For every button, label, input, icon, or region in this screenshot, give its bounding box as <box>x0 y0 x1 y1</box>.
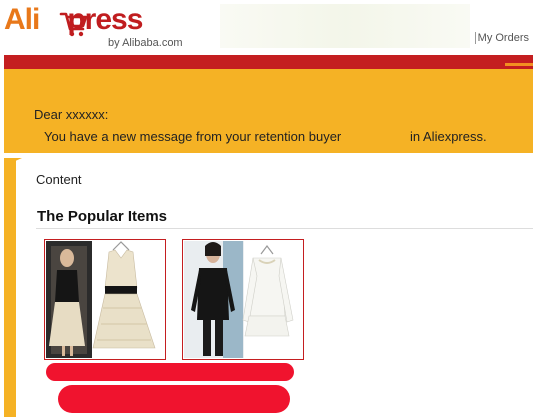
section-divider <box>36 228 533 229</box>
product-item-blouse[interactable] <box>182 239 304 360</box>
header-background-graphic <box>220 4 470 48</box>
email-header: Ali press by Alibaba.com My Orders <box>0 0 533 56</box>
message-tail-text: in Aliexpress. <box>410 129 487 144</box>
aliexpress-logo[interactable]: Ali press by Alibaba.com <box>4 2 184 50</box>
logo-ali: Ali <box>4 3 40 36</box>
header-orange-accent <box>505 63 533 66</box>
redacted-product-price <box>58 385 290 413</box>
header-red-bar <box>4 55 533 69</box>
shopping-cart-icon <box>59 12 88 37</box>
greeting-text: Dear xxxxxx: <box>34 107 109 122</box>
message-text: You have a new message from your retenti… <box>44 129 342 144</box>
blouse-product-image <box>184 241 294 358</box>
content-label: Content <box>36 172 82 187</box>
message-banner: Dear xxxxxx: You have a new message from… <box>4 69 533 153</box>
redacted-product-title <box>46 363 294 381</box>
my-orders-link[interactable]: My Orders <box>474 32 529 44</box>
dress-product-image <box>46 241 156 358</box>
logo-tagline: by Alibaba.com <box>108 37 183 49</box>
popular-items-title: The Popular Items <box>37 208 168 225</box>
left-accent-bar <box>4 160 16 417</box>
product-item-dress[interactable] <box>44 239 166 360</box>
